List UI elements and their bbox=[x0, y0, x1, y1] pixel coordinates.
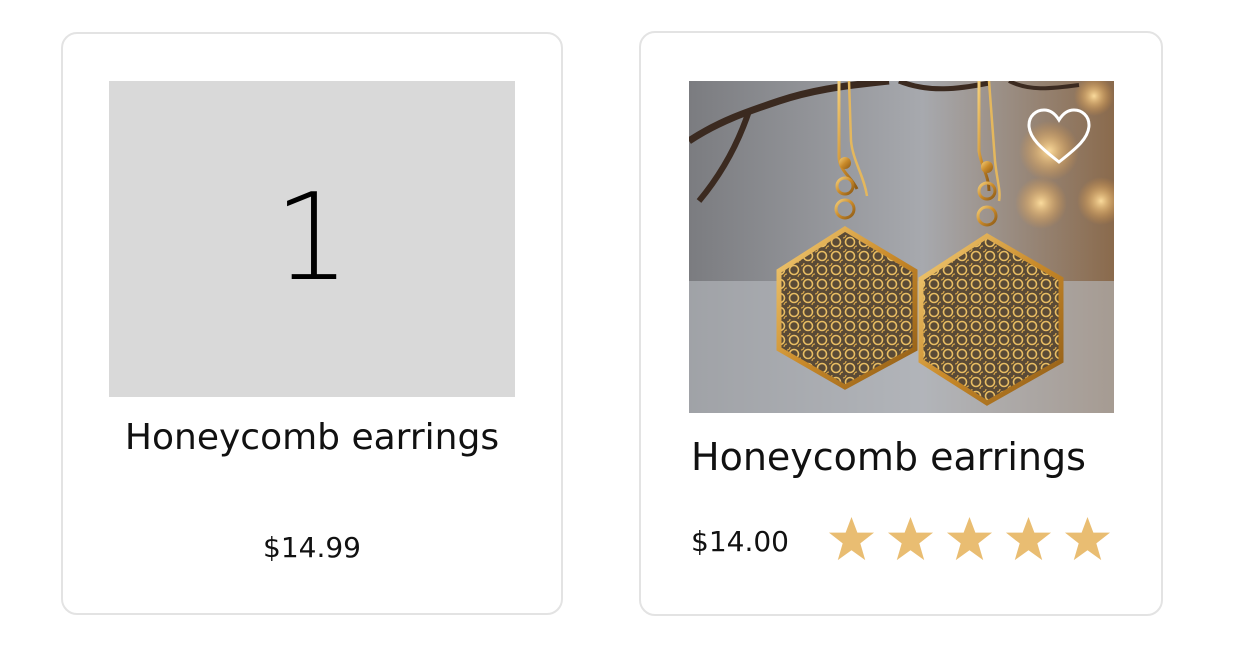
product-card-placeholder[interactable]: 1 Honeycomb earrings $14.99 bbox=[61, 32, 563, 615]
star-icon bbox=[1064, 516, 1111, 561]
product-price: $14.99 bbox=[263, 531, 361, 564]
star-icon bbox=[946, 516, 993, 561]
star-icon bbox=[1005, 516, 1052, 561]
product-image[interactable] bbox=[689, 81, 1114, 413]
product-title[interactable]: Honeycomb earrings bbox=[691, 435, 1086, 479]
star-icon bbox=[828, 516, 875, 561]
product-price: $14.00 bbox=[691, 525, 789, 558]
product-title[interactable]: Honeycomb earrings bbox=[63, 417, 561, 458]
star-icon bbox=[887, 516, 934, 561]
product-image-placeholder: 1 bbox=[109, 81, 515, 397]
placeholder-number: 1 bbox=[273, 169, 351, 308]
heart-icon[interactable] bbox=[1026, 107, 1092, 167]
star-rating bbox=[827, 515, 1112, 564]
product-card[interactable]: Honeycomb earrings $14.00 bbox=[639, 31, 1163, 616]
